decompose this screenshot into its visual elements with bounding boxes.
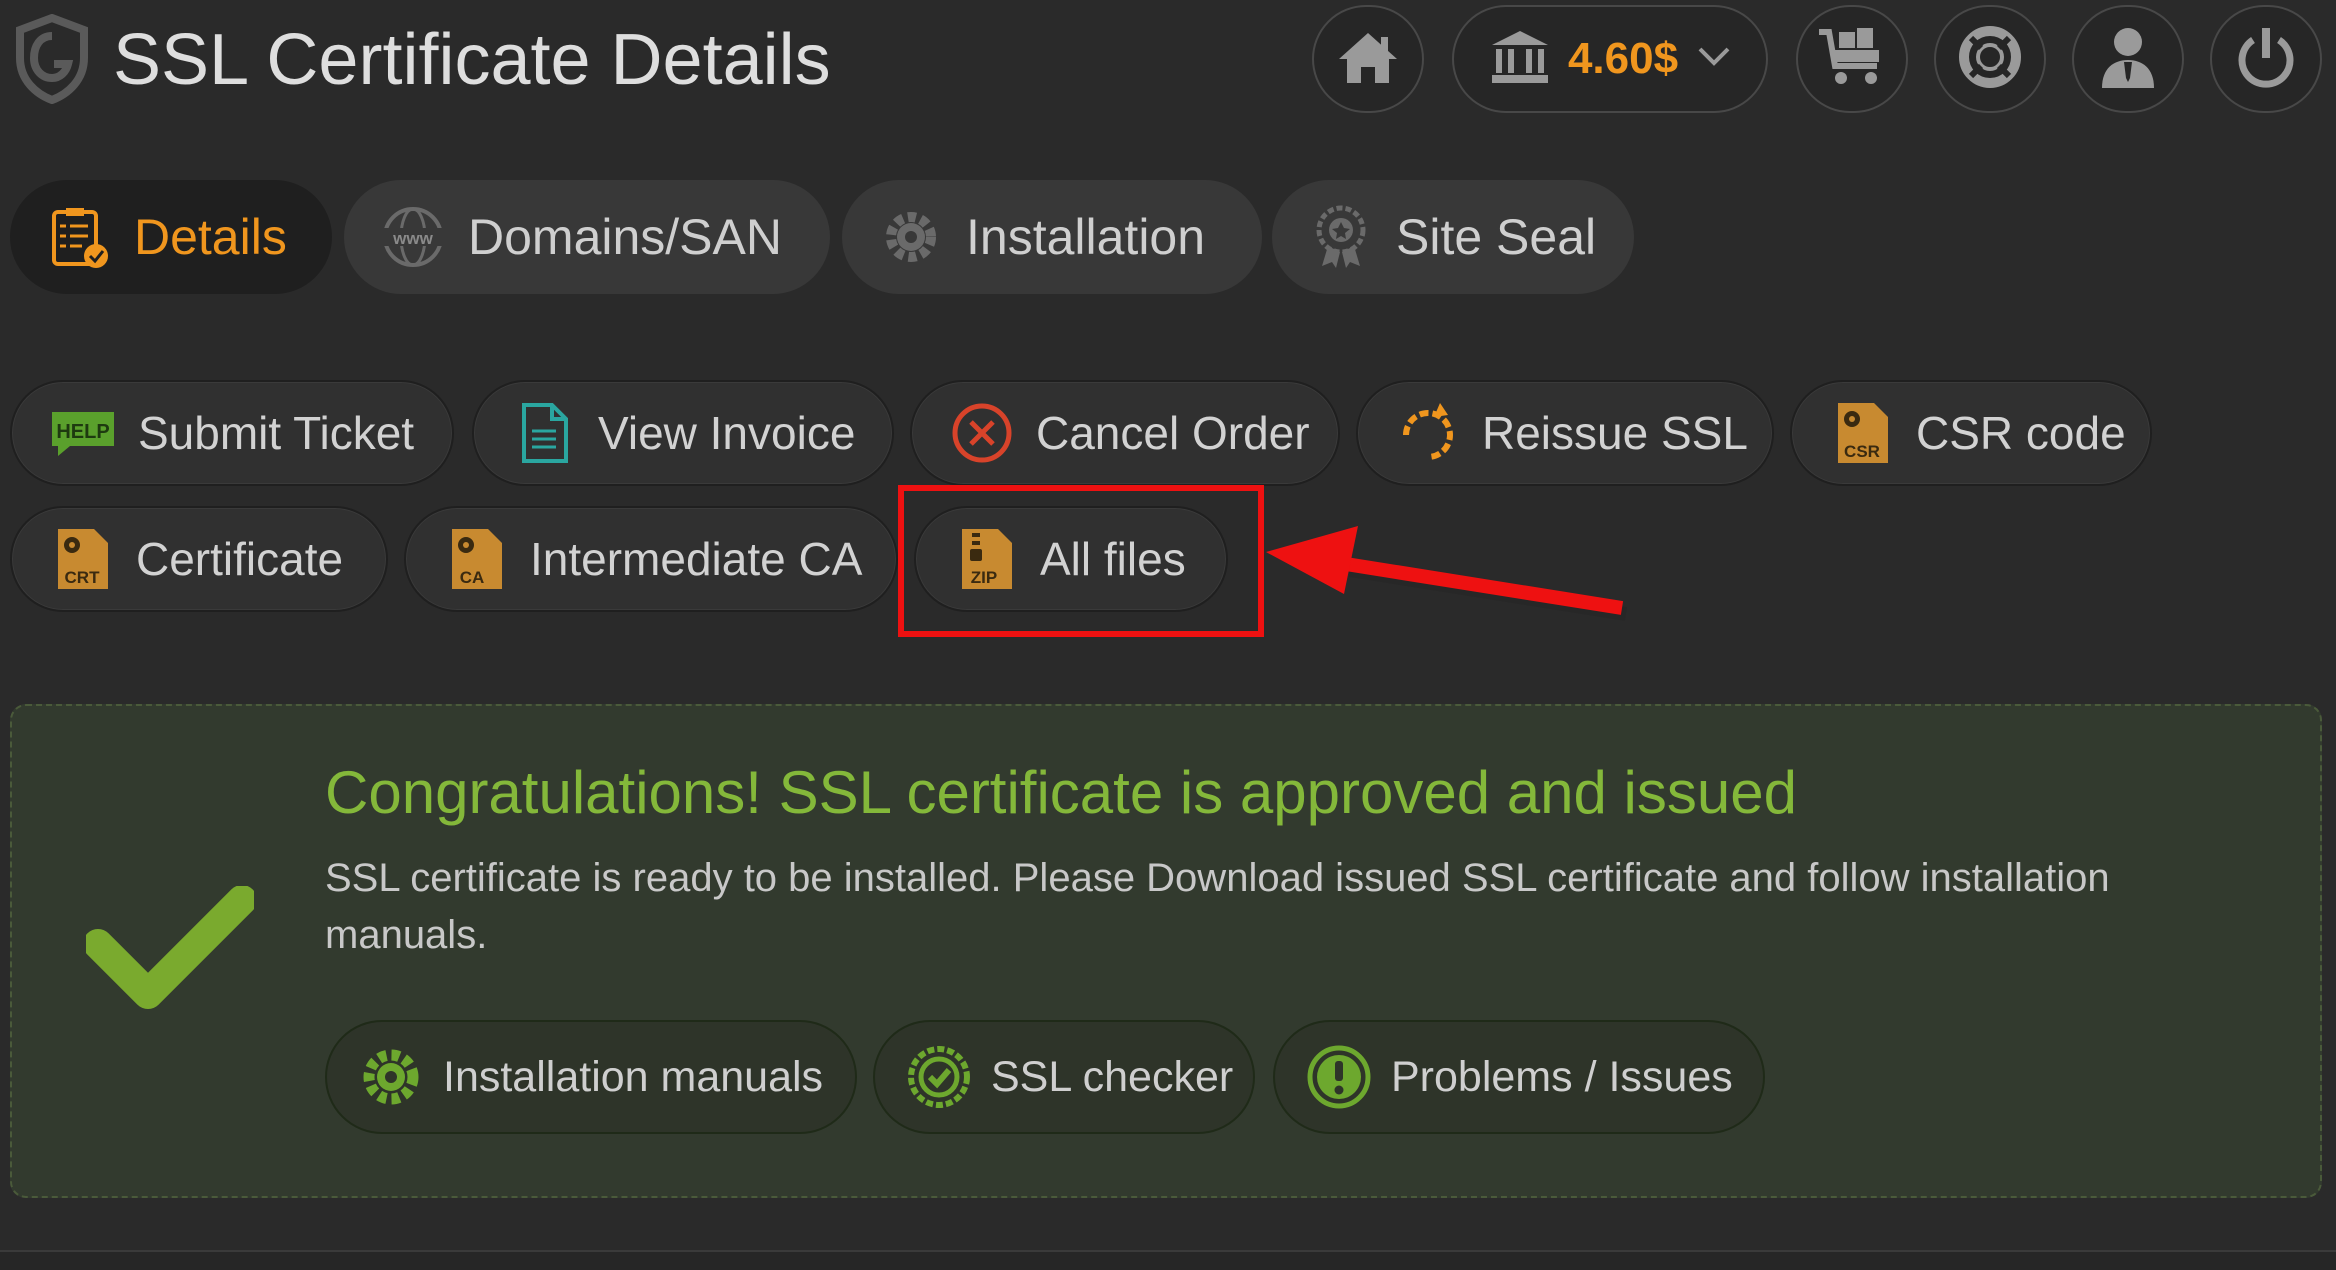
profile-button[interactable] xyxy=(2072,5,2184,113)
help-badge-icon: HELP xyxy=(50,408,116,458)
reissue-ssl-button[interactable]: Reissue SSL xyxy=(1356,380,1774,486)
bank-icon xyxy=(1488,29,1552,90)
checkmark-icon xyxy=(83,885,257,1021)
tab-label: Installation xyxy=(966,209,1206,265)
ssl-checker-button[interactable]: SSL checker xyxy=(873,1020,1255,1134)
cancel-circle-icon xyxy=(950,401,1014,465)
red-arrow-annotation xyxy=(1266,526,1628,621)
logout-button[interactable] xyxy=(2210,5,2322,113)
ssl-checker-label: SSL checker xyxy=(991,1052,1234,1101)
tab-label: Site Seal xyxy=(1396,209,1597,265)
problems-issues-button[interactable]: Problems / Issues xyxy=(1273,1020,1765,1134)
problems-issues-label: Problems / Issues xyxy=(1391,1052,1733,1101)
ca-file-icon: CA xyxy=(444,527,508,591)
svg-text:CRT: CRT xyxy=(65,568,101,587)
csr-code-button[interactable]: CSR CSR code xyxy=(1790,380,2152,486)
csr-code-label: CSR code xyxy=(1916,407,2126,459)
tab-label: Domains/SAN xyxy=(468,209,782,265)
cart-button[interactable] xyxy=(1796,5,1908,113)
chevron-down-icon xyxy=(1696,45,1732,74)
tab-installation[interactable]: Installation xyxy=(842,180,1262,294)
logo-shield-icon xyxy=(14,13,90,105)
support-button[interactable] xyxy=(1934,5,2046,113)
intermediate-ca-label: Intermediate CA xyxy=(530,533,863,585)
clipboard-check-icon xyxy=(46,204,112,270)
power-icon xyxy=(2235,26,2297,93)
home-button[interactable] xyxy=(1312,5,1424,113)
balance-button[interactable]: 4.60$ xyxy=(1452,5,1768,113)
bottom-divider xyxy=(0,1250,2336,1270)
svg-text:www: www xyxy=(392,229,433,248)
view-invoice-button[interactable]: View Invoice xyxy=(472,380,894,486)
balance-amount: 4.60$ xyxy=(1567,34,1679,83)
award-badge-icon xyxy=(1308,204,1374,270)
cancel-order-button[interactable]: Cancel Order xyxy=(910,380,1340,486)
crt-file-icon: CRT xyxy=(50,527,114,591)
exclamation-circle-icon xyxy=(1305,1043,1373,1111)
status-title: Congratulations! SSL certificate is appr… xyxy=(325,759,1797,826)
view-invoice-label: View Invoice xyxy=(598,407,856,459)
installation-manuals-label: Installation manuals xyxy=(443,1052,824,1101)
submit-ticket-label: Submit Ticket xyxy=(138,407,415,459)
user-icon xyxy=(2098,24,2158,95)
svg-text:CA: CA xyxy=(460,568,485,587)
highlight-box xyxy=(898,485,1264,637)
tab-label: Details xyxy=(134,209,287,265)
cancel-order-label: Cancel Order xyxy=(1036,407,1310,459)
installation-manuals-button[interactable]: Installation manuals xyxy=(325,1020,857,1134)
svg-text:HELP: HELP xyxy=(56,421,109,443)
document-icon xyxy=(512,401,576,465)
intermediate-ca-button[interactable]: CA Intermediate CA xyxy=(404,506,898,612)
cart-icon xyxy=(1817,26,1887,93)
gear-wrench-icon xyxy=(357,1043,425,1111)
globe-www-icon: www xyxy=(380,204,446,270)
svg-text:CSR: CSR xyxy=(1844,442,1880,461)
reissue-ssl-label: Reissue SSL xyxy=(1482,407,1748,459)
page-title: SSL Certificate Details xyxy=(113,20,831,100)
tab-site-seal[interactable]: Site Seal xyxy=(1272,180,1634,294)
certificate-button[interactable]: CRT Certificate xyxy=(10,506,388,612)
home-icon xyxy=(1335,29,1401,90)
tab-details[interactable]: Details xyxy=(10,180,332,294)
status-description: SSL certificate is ready to be installed… xyxy=(325,856,2110,957)
submit-ticket-button[interactable]: HELP Submit Ticket xyxy=(10,380,454,486)
refresh-icon xyxy=(1396,401,1460,465)
csr-file-icon: CSR xyxy=(1830,401,1894,465)
certificate-label: Certificate xyxy=(136,533,344,585)
tab-domains-san[interactable]: www Domains/SAN xyxy=(344,180,830,294)
badge-check-icon xyxy=(905,1043,973,1111)
gear-wrench-icon xyxy=(878,204,944,270)
lifebuoy-icon xyxy=(1957,24,2023,95)
